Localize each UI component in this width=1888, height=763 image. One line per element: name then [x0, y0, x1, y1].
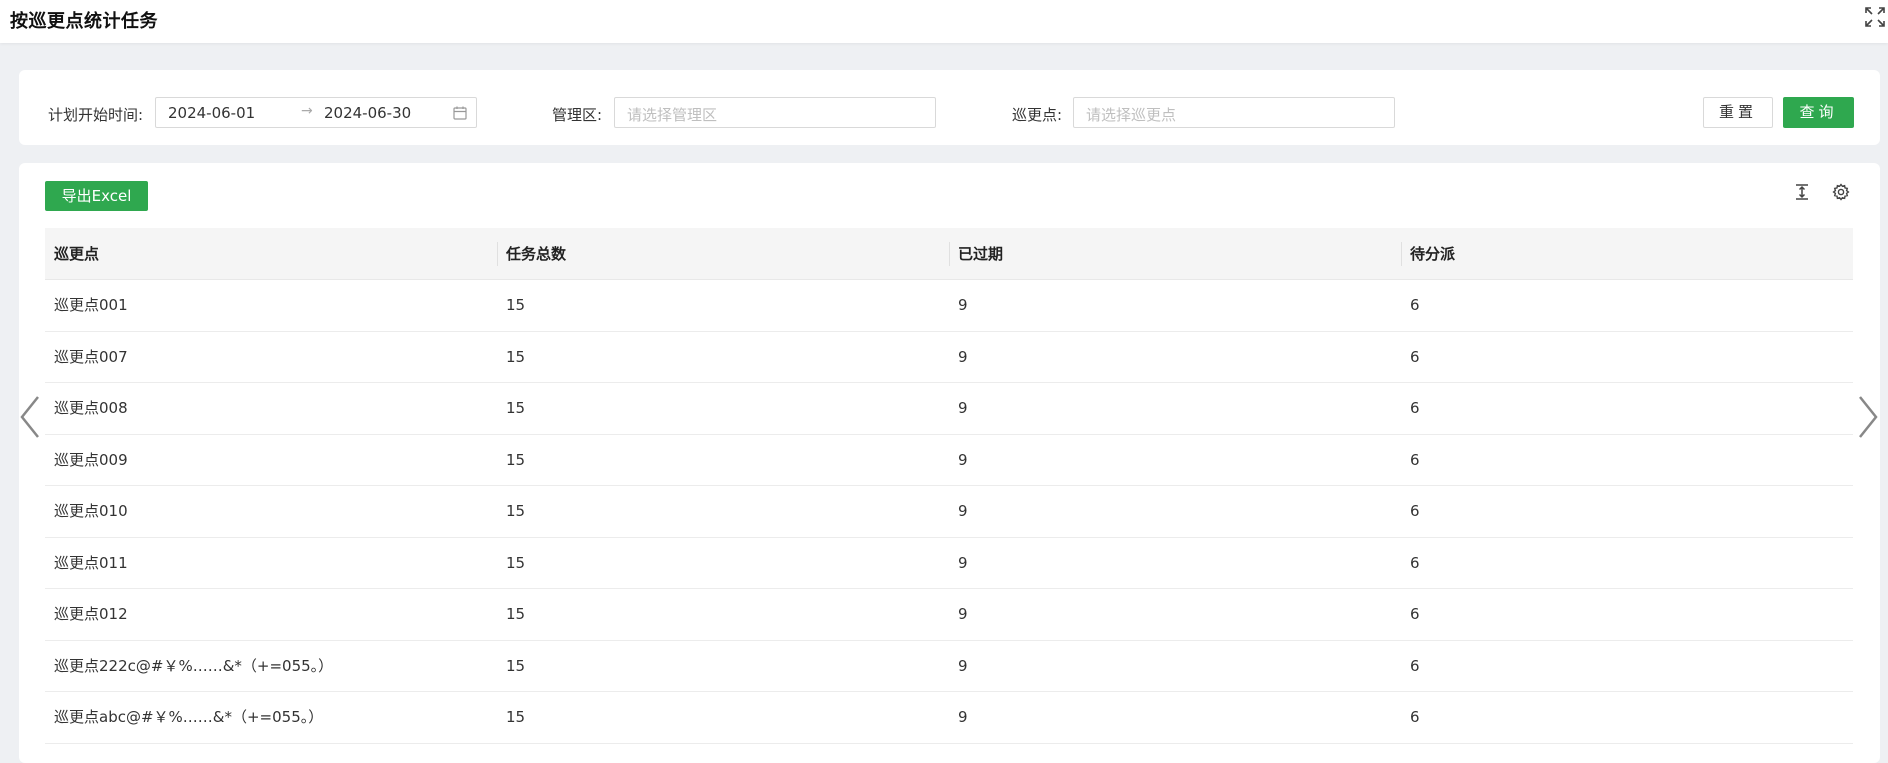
date-end-input[interactable]: 2024-06-30 [324, 104, 411, 122]
table-row[interactable]: 巡更点011 15 9 6 [45, 538, 1853, 589]
cell-pending: 6 [1410, 656, 1420, 675]
table-row[interactable]: 巡更点222c@#￥%……&*（+=055。） 15 9 6 [45, 641, 1853, 692]
column-header-point[interactable]: 巡更点 [45, 228, 99, 280]
area-select[interactable]: 请选择管理区 [614, 97, 936, 128]
table-body: 巡更点001 15 9 6 巡更点007 15 9 6 巡更点008 15 9 6 巡更点009 15 9 6… [45, 280, 1853, 744]
date-range-label: 计划开始时间: [48, 106, 144, 124]
calendar-icon[interactable] [452, 105, 468, 121]
cell-total: 15 [506, 450, 526, 469]
cell-point: 巡更点012 [54, 605, 128, 623]
cell-point: 巡更点008 [54, 399, 128, 417]
table-panel: 导出Excel 巡更点 任务总数 已过期 待分派 巡更点001 15 9 6 巡更点00… [19, 163, 1880, 763]
query-button[interactable]: 查询 [1783, 97, 1854, 128]
column-header-total[interactable]: 任务总数 [497, 228, 566, 280]
point-label: 巡更点: [1012, 106, 1063, 124]
top-bar: 按巡更点统计任务 [0, 0, 1888, 43]
cell-expired: 9 [958, 296, 968, 314]
area-label: 管理区: [552, 106, 603, 124]
table-row[interactable]: 巡更点008 15 9 6 [45, 383, 1853, 435]
table-header: 巡更点 任务总数 已过期 待分派 [45, 228, 1853, 280]
cell-expired: 9 [958, 708, 968, 726]
cell-total: 15 [506, 399, 526, 417]
table-row[interactable]: 巡更点abc@#￥%……&*（+=055。） 15 9 6 [45, 692, 1853, 744]
cell-point: 巡更点010 [54, 502, 128, 520]
cell-point: 巡更点abc@#￥%……&*（+=055。） [54, 708, 324, 726]
reset-button[interactable]: 重置 [1703, 97, 1773, 128]
cell-expired: 9 [958, 553, 968, 572]
cell-total: 15 [506, 708, 526, 726]
date-start-input[interactable]: 2024-06-01 [168, 104, 255, 122]
cell-point: 巡更点007 [54, 347, 128, 366]
settings-icon[interactable] [1832, 183, 1850, 201]
cell-pending: 6 [1410, 605, 1420, 623]
cell-expired: 9 [958, 450, 968, 469]
cell-total: 15 [506, 502, 526, 520]
table-row[interactable]: 巡更点009 15 9 6 [45, 435, 1853, 486]
table-row[interactable]: 巡更点012 15 9 6 [45, 589, 1853, 641]
cell-pending: 6 [1410, 450, 1420, 469]
column-header-pending[interactable]: 待分派 [1401, 228, 1455, 280]
column-header-expired[interactable]: 已过期 [949, 228, 1003, 280]
cell-point: 巡更点009 [54, 450, 128, 469]
cell-expired: 9 [958, 347, 968, 366]
cell-expired: 9 [958, 399, 968, 417]
cell-pending: 6 [1410, 399, 1420, 417]
column-height-icon[interactable] [1793, 183, 1811, 201]
cell-total: 15 [506, 553, 526, 572]
next-arrow-icon[interactable] [1854, 393, 1882, 441]
cell-pending: 6 [1410, 296, 1420, 314]
cell-total: 15 [506, 605, 526, 623]
cell-point: 巡更点011 [54, 553, 128, 572]
date-range-picker[interactable]: 2024-06-01 → 2024-06-30 [155, 97, 477, 128]
cell-expired: 9 [958, 502, 968, 520]
table-row[interactable]: 巡更点010 15 9 6 [45, 486, 1853, 538]
export-excel-button[interactable]: 导出Excel [45, 181, 148, 211]
cell-expired: 9 [958, 605, 968, 623]
fullscreen-icon[interactable] [1864, 6, 1886, 28]
date-separator-arrow: → [301, 103, 313, 119]
cell-pending: 6 [1410, 553, 1420, 572]
data-table: 巡更点 任务总数 已过期 待分派 巡更点001 15 9 6 巡更点007 15 9 6 巡更点… [45, 228, 1853, 744]
cell-point: 巡更点001 [54, 296, 128, 314]
prev-arrow-icon[interactable] [16, 393, 44, 441]
cell-total: 15 [506, 656, 526, 675]
page-title: 按巡更点统计任务 [10, 11, 158, 32]
cell-total: 15 [506, 296, 526, 314]
table-row[interactable]: 巡更点001 15 9 6 [45, 280, 1853, 332]
point-select[interactable]: 请选择巡更点 [1073, 97, 1395, 128]
cell-point: 巡更点222c@#￥%……&*（+=055。） [54, 656, 334, 675]
table-row[interactable]: 巡更点007 15 9 6 [45, 332, 1853, 383]
cell-expired: 9 [958, 656, 968, 675]
cell-pending: 6 [1410, 347, 1420, 366]
filter-panel: 计划开始时间: 2024-06-01 → 2024-06-30 管理区: 请选择… [19, 70, 1880, 145]
cell-pending: 6 [1410, 708, 1420, 726]
cell-pending: 6 [1410, 502, 1420, 520]
cell-total: 15 [506, 347, 526, 366]
